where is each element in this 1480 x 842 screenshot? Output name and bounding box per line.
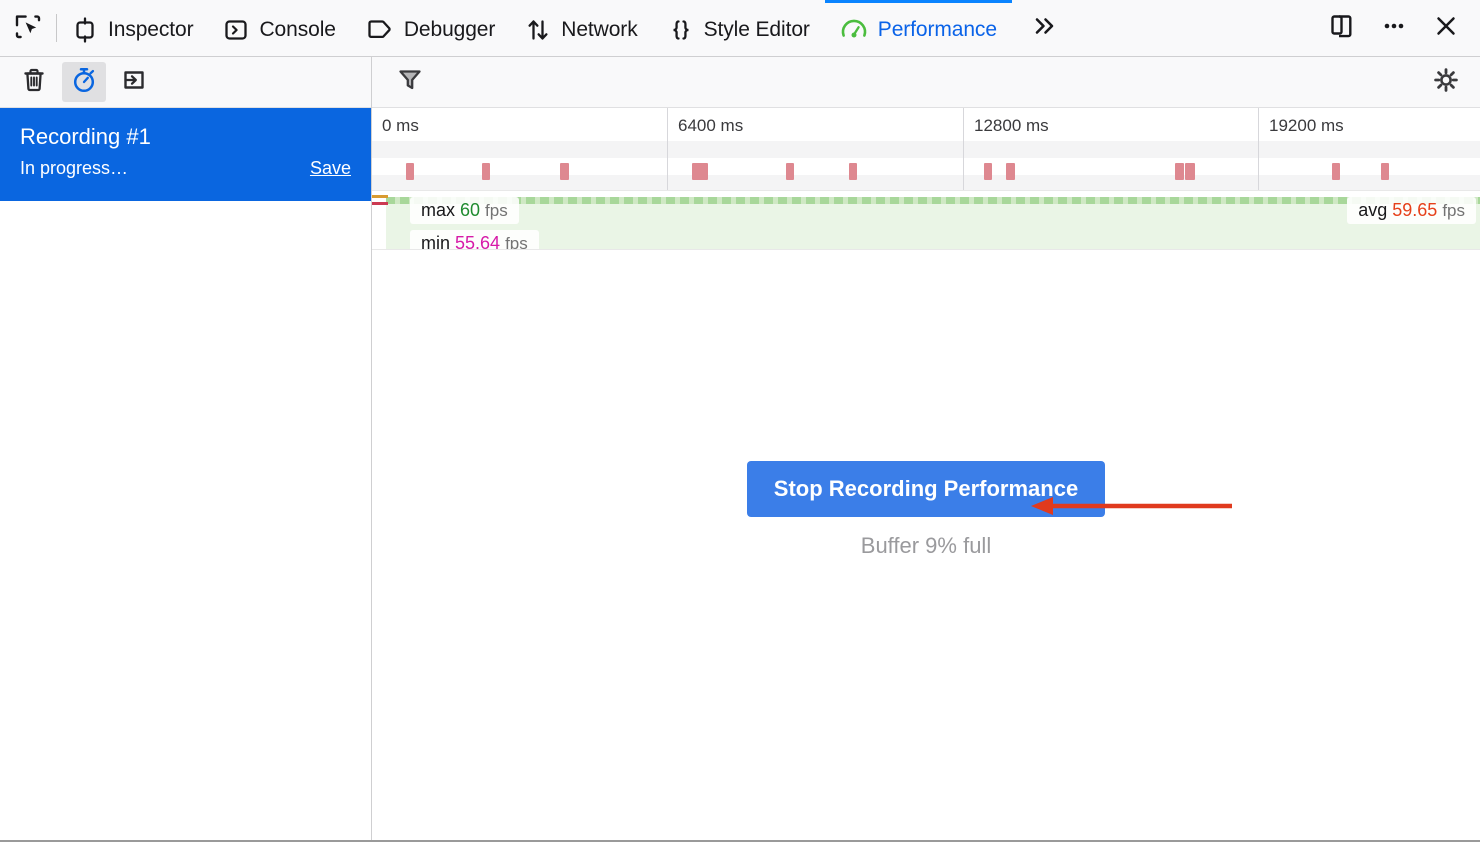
tab-style-editor[interactable]: Style Editor — [653, 0, 825, 56]
timeline-ruler[interactable]: 0 ms 6400 ms 12800 ms 19200 ms — [372, 108, 1480, 191]
tab-label: Style Editor — [703, 17, 810, 41]
timeline-marker[interactable] — [692, 163, 708, 180]
performance-details: Stop Recording Performance Buffer 9% ful… — [372, 250, 1480, 840]
timeline-marker[interactable] — [786, 163, 794, 180]
tab-label: Network — [561, 17, 638, 41]
performance-gauge-icon — [840, 16, 868, 44]
framerate-30-line — [372, 202, 388, 205]
buffer-status: Buffer 9% full — [860, 533, 992, 558]
tab-label: Inspector — [108, 17, 194, 41]
double-chevron-right-icon — [1029, 13, 1059, 44]
timeline-marker[interactable] — [482, 163, 490, 180]
tab-label: Performance — [877, 17, 997, 41]
console-icon — [223, 17, 249, 43]
tab-console[interactable]: Console — [208, 0, 350, 56]
ruler-tick-label: 19200 ms — [1269, 116, 1344, 135]
tab-performance[interactable]: Performance — [824, 0, 1012, 56]
trash-icon — [20, 66, 48, 99]
devtools-tabbar: Inspector Console Debugger Network Style… — [0, 0, 1480, 57]
devtools-options-icon — [1379, 11, 1409, 46]
timeline-marker[interactable] — [1175, 163, 1184, 180]
recordings-empty-area — [0, 201, 371, 840]
framerate-line — [386, 197, 1480, 204]
framerate-max-label: max 60 fps — [410, 197, 519, 224]
framerate-60-line — [372, 195, 388, 198]
stop-recording-button[interactable]: Stop Recording Performance — [746, 461, 1106, 517]
close-icon — [1431, 11, 1461, 46]
timeline-marker[interactable] — [406, 163, 414, 180]
timeline-marker[interactable] — [560, 163, 569, 180]
framerate-max-value: 60 — [460, 200, 481, 220]
filter-markers-button[interactable] — [390, 62, 430, 102]
tab-network[interactable]: Network — [510, 0, 652, 56]
import-recording-button[interactable] — [112, 62, 156, 102]
timeline-marker[interactable] — [984, 163, 992, 180]
recording-status: In progress… — [20, 158, 129, 178]
performance-panel: Recording #1 In progress… Save 0 ms 6400… — [0, 57, 1480, 840]
ruler-tick-label: 12800 ms — [974, 116, 1049, 135]
element-picker-icon — [13, 11, 43, 46]
framerate-max-key: max — [421, 200, 456, 220]
import-icon — [120, 66, 148, 99]
timeline-marker[interactable] — [1332, 163, 1340, 180]
ruler-tick-label: 6400 ms — [678, 116, 744, 135]
recording-title: Recording #1 — [20, 124, 151, 149]
timeline-marker[interactable] — [849, 163, 857, 180]
style-editor-icon — [668, 17, 694, 43]
performance-settings-button[interactable] — [1426, 62, 1466, 102]
ruler-tick-label: 0 ms — [382, 116, 419, 135]
framerate-guide-lines — [372, 195, 388, 206]
framerate-min-value: 55.64 — [455, 233, 501, 249]
gear-icon — [1432, 66, 1460, 99]
framerate-min-unit: fps — [505, 234, 528, 249]
framerate-min-key: min — [421, 233, 451, 249]
tab-label: Debugger — [403, 17, 496, 41]
tab-label: Console — [259, 17, 336, 41]
devtools-tab-list: Inspector Console Debugger Network Style… — [57, 0, 1316, 56]
ruler-tick: 6400 ms — [667, 108, 963, 190]
inspector-icon — [72, 16, 98, 43]
ruler-tick: 0 ms — [372, 108, 668, 190]
framerate-avg-unit: fps — [1442, 201, 1465, 220]
ruler-tick: 19200 ms — [1258, 108, 1480, 190]
recording-list-item[interactable]: Recording #1 In progress… Save — [0, 108, 371, 201]
devtools-window-controls — [1316, 0, 1480, 56]
element-picker-button[interactable] — [0, 0, 56, 56]
devtools-window: Inspector Console Debugger Network Style… — [0, 0, 1480, 842]
tab-debugger[interactable]: Debugger — [351, 0, 510, 56]
timeline-marker[interactable] — [1381, 163, 1389, 180]
framerate-avg-key: avg — [1358, 200, 1388, 220]
timeline-overview[interactable]: 0 ms 6400 ms 12800 ms 19200 ms max 60 fps — [372, 108, 1480, 250]
devtools-options-button[interactable] — [1368, 0, 1420, 56]
record-button[interactable] — [62, 62, 106, 102]
filter-icon — [396, 66, 424, 99]
framerate-avg-value: 59.65 — [1392, 200, 1438, 220]
clear-recordings-button[interactable] — [12, 62, 56, 102]
recordings-toolbar — [0, 57, 371, 108]
recording-meta-row: In progress… Save — [20, 158, 351, 179]
performance-main: 0 ms 6400 ms 12800 ms 19200 ms max 60 fps — [372, 57, 1480, 840]
close-devtools-button[interactable] — [1420, 0, 1472, 56]
framerate-graph[interactable]: max 60 fps min 55.64 fps avg 59.65 fps — [372, 191, 1480, 249]
recordings-sidebar: Recording #1 In progress… Save — [0, 57, 372, 840]
recording-controls: Stop Recording Performance Buffer 9% ful… — [372, 461, 1480, 559]
framerate-min-label: min 55.64 fps — [410, 230, 539, 249]
debugger-icon — [366, 17, 394, 43]
tabs-overflow-button[interactable] — [1012, 0, 1076, 56]
tab-inspector[interactable]: Inspector — [57, 0, 208, 56]
timeline-marker[interactable] — [1006, 163, 1015, 180]
framerate-avg-label: avg 59.65 fps — [1347, 197, 1476, 224]
framerate-max-unit: fps — [485, 201, 508, 220]
framerate-area — [386, 197, 1480, 249]
stopwatch-icon — [70, 66, 98, 99]
responsive-design-mode-button[interactable] — [1316, 0, 1368, 56]
save-recording-link[interactable]: Save — [310, 158, 351, 179]
timeline-marker[interactable] — [1185, 163, 1195, 180]
responsive-design-mode-icon — [1327, 11, 1357, 46]
network-icon — [525, 17, 551, 43]
performance-toolbar — [372, 57, 1480, 108]
